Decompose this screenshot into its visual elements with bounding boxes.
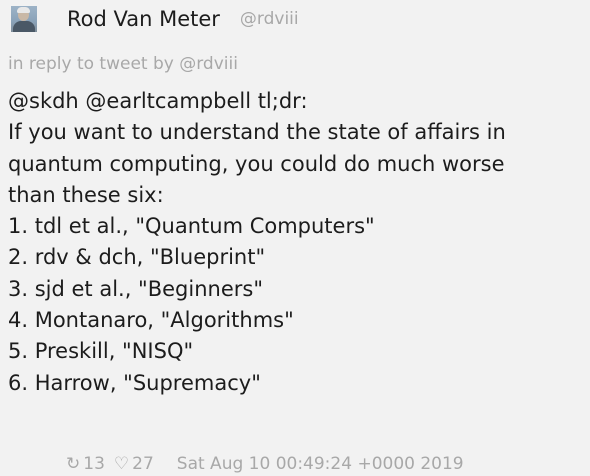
retweet-icon[interactable]: ↻ — [66, 454, 80, 474]
reply-context[interactable]: in reply to tweet by @rdviii — [8, 54, 238, 74]
tweet-body: @skdh @earltcampbell tl;dr: If you want … — [8, 86, 590, 399]
timestamp[interactable]: Sat Aug 10 00:49:24 +0000 2019 — [177, 454, 464, 474]
tweet-line: 3. sjd et al., "Beginners" — [8, 276, 263, 301]
author-name[interactable]: Rod Van Meter — [67, 7, 220, 31]
tweet-line: 4. Montanaro, "Algorithms" — [8, 308, 294, 333]
author-handle[interactable]: @rdviii — [240, 9, 299, 29]
avatar[interactable] — [11, 6, 37, 32]
tweet-footer: ↻ 13 ♡ 27 Sat Aug 10 00:49:24 +0000 2019 — [66, 454, 464, 474]
like-count: 27 — [132, 454, 154, 474]
tweet-line: 6. Harrow, "Supremacy" — [8, 370, 261, 395]
tweet: Rod Van Meter @rdviii in reply to tweet … — [0, 0, 590, 476]
tweet-line: If you want to understand the state of a… — [8, 120, 506, 145]
tweet-line: quantum computing, you could do much wor… — [8, 151, 505, 176]
tweet-line: 5. Preskill, "NISQ" — [8, 339, 194, 364]
tweet-header: Rod Van Meter @rdviii — [11, 2, 299, 36]
tweet-line: than these six: — [8, 182, 164, 207]
tweet-line: 2. rdv & dch, "Blueprint" — [8, 245, 266, 270]
tweet-line: @skdh @earltcampbell tl;dr: — [8, 89, 308, 113]
heart-icon[interactable]: ♡ — [114, 454, 129, 474]
retweet-count: 13 — [83, 454, 105, 474]
tweet-line: 1. tdl et al., "Quantum Computers" — [8, 214, 375, 239]
